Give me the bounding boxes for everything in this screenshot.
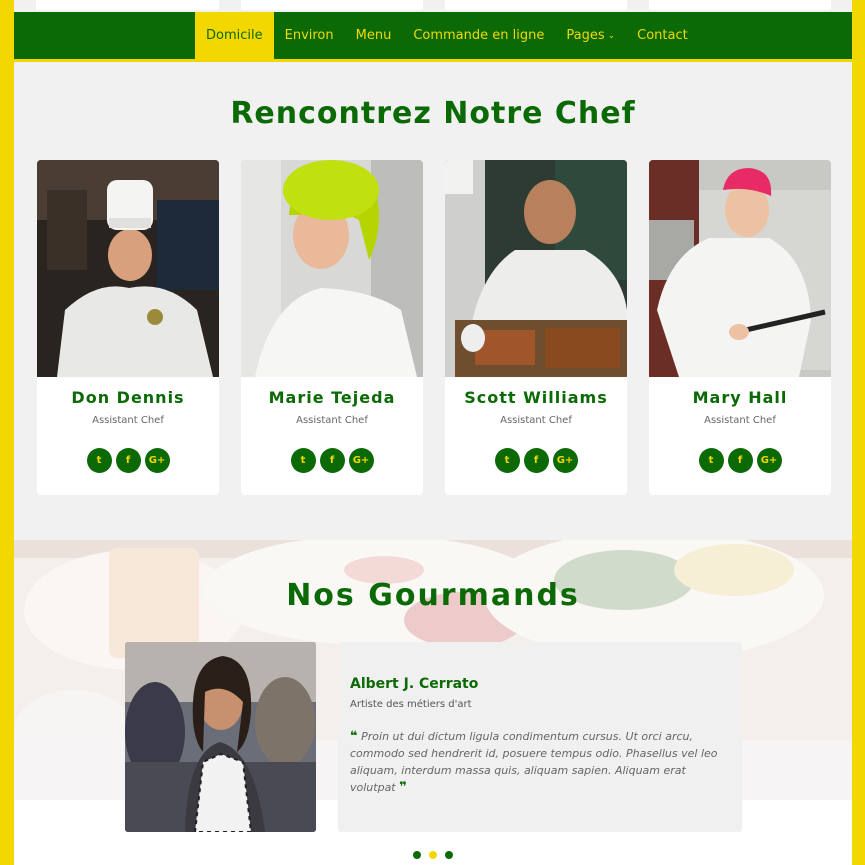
nav-item-commande-en-ligne[interactable]: Commande en ligne (402, 12, 555, 59)
facebook-icon[interactable]: f (319, 448, 345, 473)
carousel-dot-active[interactable] (429, 851, 437, 859)
twitter-icon[interactable]: t (698, 448, 724, 473)
carousel-dot[interactable] (445, 851, 453, 859)
chef-card: Scott Williams Assistant Chef t f G+ (445, 160, 627, 495)
top-strip-cell (445, 0, 627, 10)
google-plus-icon[interactable]: G+ (552, 448, 578, 473)
quote-open-icon: ❝ (350, 729, 358, 744)
testimonial-role: Artiste des métiers d'art (350, 699, 472, 710)
nav-item-label: Domicile (206, 28, 263, 43)
testimonial-photo (125, 642, 316, 832)
top-strip (14, 0, 852, 12)
testimonial-card: Albert J. Cerrato Artiste des métiers d'… (338, 642, 742, 832)
chef-photo (37, 160, 219, 377)
chef-name: Scott Williams (464, 388, 608, 407)
carousel-dots (14, 851, 852, 859)
chef-card: Don Dennis Assistant Chef t f G+ (37, 160, 219, 495)
nav-item-label: Contact (637, 28, 688, 43)
testimonial-portrait-image (125, 642, 316, 832)
chef-photo (445, 160, 627, 377)
chefs-section-title: Rencontrez Notre Chef (230, 96, 636, 131)
facebook-icon[interactable]: f (523, 448, 549, 473)
nav-item-label: Menu (355, 28, 392, 43)
chef-name: Don Dennis (71, 388, 185, 407)
nav-item-contact[interactable]: Contact (626, 12, 699, 59)
main-navbar: Domicile Environ Menu Commande en ligne … (14, 12, 852, 62)
social-links: t f G+ (445, 448, 627, 473)
facebook-icon[interactable]: f (115, 448, 141, 473)
quote-close-icon: ❞ (399, 780, 407, 795)
testimonial-quote: ❝ Proin ut dui dictum ligula condimentum… (350, 728, 730, 796)
chef-role: Assistant Chef (500, 415, 572, 426)
twitter-icon[interactable]: t (86, 448, 112, 473)
chef-role: Assistant Chef (92, 415, 164, 426)
chef-name: Mary Hall (692, 388, 788, 407)
nav-item-pages[interactable]: Pages ⌄ (555, 12, 626, 59)
nav-item-environ[interactable]: Environ (274, 12, 345, 59)
nav-item-domicile[interactable]: Domicile (195, 12, 274, 59)
facebook-icon[interactable]: f (727, 448, 753, 473)
page-frame: Domicile Environ Menu Commande en ligne … (14, 0, 852, 865)
social-links: t f G+ (37, 448, 219, 473)
chef-photo (241, 160, 423, 377)
nav-item-label: Commande en ligne (413, 28, 545, 43)
carousel-dot[interactable] (413, 851, 421, 859)
chef-card: Mary Hall Assistant Chef t f G+ (649, 160, 831, 495)
google-plus-icon[interactable]: G+ (348, 448, 374, 473)
chef-role: Assistant Chef (704, 415, 776, 426)
social-links: t f G+ (241, 448, 423, 473)
google-plus-icon[interactable]: G+ (144, 448, 170, 473)
social-links: t f G+ (649, 448, 831, 473)
twitter-icon[interactable]: t (290, 448, 316, 473)
testimonial-name: Albert J. Cerrato (350, 676, 479, 692)
chef-photo (649, 160, 831, 377)
nav-item-label: Environ (284, 28, 334, 43)
chef-name: Marie Tejeda (268, 388, 396, 407)
chef-card: Marie Tejeda Assistant Chef t f G+ (241, 160, 423, 495)
top-strip-cell (649, 0, 831, 10)
chef-role: Assistant Chef (296, 415, 368, 426)
top-strip-cell (241, 0, 423, 10)
nav-item-label: Pages (566, 28, 605, 43)
gourmets-section-title: Nos Gourmands (286, 578, 580, 613)
nav-item-menu[interactable]: Menu (345, 12, 403, 59)
google-plus-icon[interactable]: G+ (756, 448, 782, 473)
top-strip-cell (36, 0, 219, 10)
chevron-down-icon: ⌄ (607, 30, 616, 41)
twitter-icon[interactable]: t (494, 448, 520, 473)
